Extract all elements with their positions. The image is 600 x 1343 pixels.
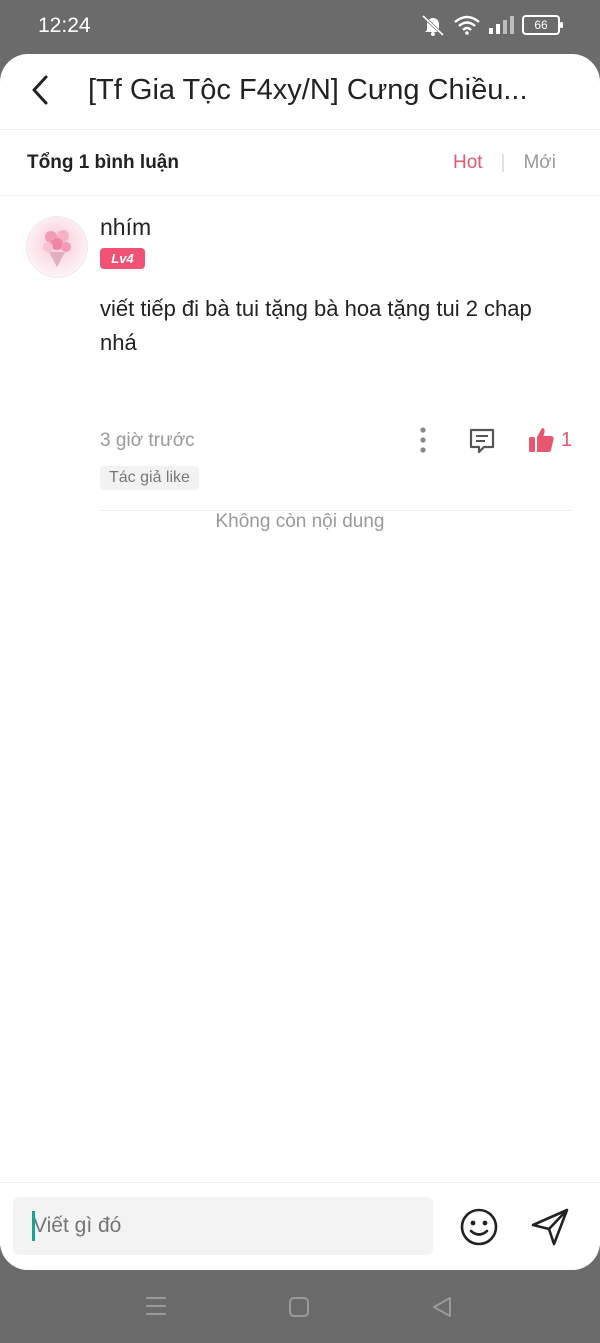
status-icons: 66	[420, 14, 563, 36]
more-vertical-icon	[420, 427, 426, 453]
comments-summary-bar: Tổng 1 bình luận Hot | Mới	[0, 130, 600, 196]
battery-icon: 66	[522, 15, 563, 35]
avatar[interactable]	[26, 216, 88, 278]
mute-icon	[421, 14, 445, 36]
header: [Tf Gia Tộc F4xy/N] Cưng Chiều...	[0, 54, 600, 130]
nav-home-button[interactable]	[288, 1296, 310, 1318]
level-badge: Lv4	[100, 248, 145, 269]
comment-icon	[469, 428, 495, 454]
more-options-button[interactable]	[411, 424, 435, 456]
like-button[interactable]: 1	[527, 424, 572, 456]
chevron-left-icon	[32, 75, 48, 105]
comment-timestamp: 3 giờ trước	[100, 430, 195, 451]
nav-back-button[interactable]	[431, 1296, 453, 1318]
author-like-badge: Tác giả like	[100, 466, 199, 490]
sort-separator: |	[500, 152, 506, 173]
flower-bouquet-icon	[43, 230, 71, 267]
square-icon	[289, 1297, 309, 1317]
comments-sheet: [Tf Gia Tộc F4xy/N] Cưng Chiều... Tổng 1…	[0, 54, 600, 1270]
back-button[interactable]	[20, 70, 60, 110]
comment-total: Tổng 1 bình luận	[27, 152, 179, 173]
comment-text: viết tiếp đi bà tui tặng bà hoa tặng tui…	[100, 296, 532, 355]
wifi-icon	[454, 15, 480, 35]
reply-button[interactable]	[467, 426, 497, 456]
status-bar: 12:24 66	[0, 0, 600, 54]
system-nav-bar	[0, 1270, 600, 1343]
end-of-list-message: Không còn nội dung	[215, 511, 385, 532]
like-count: 1	[561, 428, 573, 451]
text-cursor	[32, 1211, 35, 1241]
menu-icon	[146, 1297, 166, 1315]
comment-username[interactable]: nhím	[100, 214, 151, 241]
sort-tabs: Hot | Mới	[453, 152, 556, 174]
signal-icon	[489, 16, 514, 34]
smiley-icon	[460, 1208, 498, 1246]
send-button[interactable]	[530, 1207, 570, 1247]
emoji-button[interactable]	[459, 1207, 499, 1247]
comment-composer	[0, 1182, 600, 1270]
comment-input[interactable]	[13, 1197, 433, 1255]
page-title: [Tf Gia Tộc F4xy/N] Cưng Chiều...	[88, 74, 528, 106]
status-time: 12:24	[38, 14, 91, 37]
tab-hot[interactable]: Hot	[453, 152, 483, 174]
nav-menu-button[interactable]	[145, 1295, 167, 1317]
triangle-back-icon	[433, 1297, 451, 1317]
send-icon	[531, 1208, 569, 1246]
tab-new[interactable]: Mới	[523, 152, 556, 174]
thumbs-up-icon	[529, 428, 554, 452]
